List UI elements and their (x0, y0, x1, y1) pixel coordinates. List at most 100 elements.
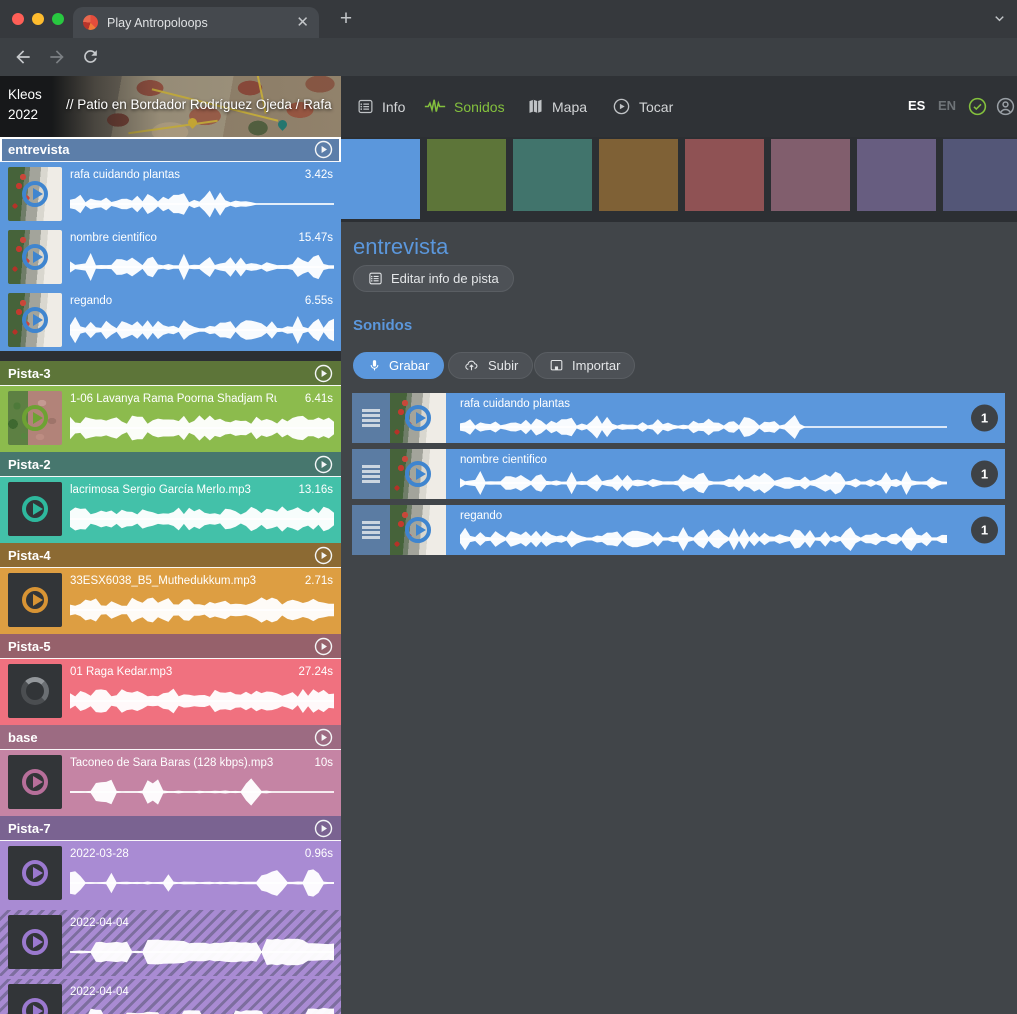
track-header[interactable]: Pista-2 (0, 452, 341, 477)
tab-tocar-label: Tocar (639, 99, 673, 115)
sound-item[interactable]: 2022-04-04 (0, 979, 341, 1014)
tab-search-chevron-icon[interactable] (992, 11, 1007, 26)
track-header[interactable]: Pista-5 (0, 634, 341, 659)
track-header[interactable]: base (0, 725, 341, 750)
macos-minimize-button[interactable] (32, 13, 44, 25)
sound-waveform (70, 937, 334, 967)
sound-thumbnail[interactable] (8, 167, 62, 221)
reload-button[interactable] (81, 47, 101, 67)
tab-info[interactable]: Info (357, 76, 405, 137)
upload-button[interactable]: Subir (448, 352, 533, 379)
sound-count-badge: 1 (971, 461, 998, 488)
sound-item[interactable]: lacrimosa Sergio García Merlo.mp313.16s (0, 477, 341, 543)
track-color-swatch[interactable] (599, 139, 678, 211)
browser-window: Play Antropoloops ✕ + app.antropoloops.c… (0, 0, 1017, 1014)
track-header[interactable]: Pista-3 (0, 361, 341, 386)
drag-handle-icon[interactable] (352, 449, 390, 499)
browser-tab[interactable]: Play Antropoloops ✕ (73, 7, 319, 38)
track-play-icon[interactable] (314, 140, 333, 159)
sound-item[interactable]: Taconeo de Sara Baras (128 kbps).mp310s (0, 750, 341, 816)
tab-sonidos[interactable]: Sonidos (424, 76, 505, 137)
sound-waveform (460, 470, 947, 496)
track-section-Pista-3: Pista-31-06 Lavanya Rama Poorna Shadjam … (0, 361, 341, 452)
browser-toolbar: app.antropoloops.com /Kleos-Santa-Marina… (0, 38, 1017, 76)
track-color-swatch[interactable] (341, 139, 420, 219)
sound-thumbnail[interactable] (8, 391, 62, 445)
sound-item[interactable]: rafa cuidando plantas3.42s (0, 162, 341, 225)
edit-track-info-button[interactable]: Editar info de pista (353, 265, 514, 292)
site-favicon (83, 15, 98, 30)
sound-duration: 13.16s (298, 484, 333, 496)
track-color-swatch[interactable] (857, 139, 936, 211)
sound-thumbnail[interactable] (8, 230, 62, 284)
lang-en[interactable]: EN (938, 98, 956, 113)
sound-item[interactable]: 2022-04-04 (0, 910, 341, 976)
panel-sound-row[interactable]: regando1 (352, 505, 1005, 555)
project-title[interactable]: Kleos 2022 (8, 85, 42, 125)
track-color-swatch[interactable] (513, 139, 592, 211)
tab-tocar[interactable]: Tocar (612, 76, 673, 137)
sound-thumbnail[interactable] (8, 482, 62, 536)
sound-count-badge: 1 (971, 405, 998, 432)
sound-thumbnail[interactable] (8, 915, 62, 969)
track-play-icon[interactable] (314, 819, 333, 838)
panel-sound-row[interactable]: nombre cientifico1 (352, 449, 1005, 499)
tab-info-label: Info (382, 99, 405, 115)
sound-duration: 2.71s (305, 575, 333, 587)
sound-name: 2022-03-28 (70, 848, 277, 860)
sound-waveform (70, 777, 334, 807)
record-button[interactable]: Grabar (353, 352, 444, 379)
track-play-icon[interactable] (314, 728, 333, 747)
sounds-section-title: Sonidos (353, 317, 412, 334)
track-name: Pista-2 (8, 457, 314, 472)
track-color-swatch[interactable] (427, 139, 506, 211)
sound-thumbnail[interactable] (8, 664, 62, 718)
sound-duration: 27.24s (298, 666, 333, 678)
sound-item[interactable]: nombre cientifico15.47s (0, 225, 341, 288)
sound-thumbnail[interactable] (390, 393, 446, 443)
account-icon[interactable] (995, 96, 1016, 117)
sound-name: rafa cuidando plantas (460, 398, 935, 410)
sound-thumbnail[interactable] (8, 846, 62, 900)
panel-track-title: entrevista (353, 234, 448, 260)
track-play-icon[interactable] (314, 546, 333, 565)
tab-mapa[interactable]: Mapa (527, 76, 587, 137)
tab-close-icon[interactable]: ✕ (296, 15, 309, 30)
track-color-swatch[interactable] (943, 139, 1017, 211)
forward-button[interactable] (47, 47, 67, 67)
track-header[interactable]: entrevista (0, 137, 341, 162)
track-play-icon[interactable] (314, 364, 333, 383)
sound-item[interactable]: 01 Raga Kedar.mp327.24s (0, 659, 341, 725)
track-section-Pista-2: Pista-2 lacrimosa Sergio García Merlo.mp3… (0, 452, 341, 543)
sound-waveform (70, 595, 334, 625)
sound-item[interactable]: 33ESX6038_B5_Muthedukkum.mp32.71s (0, 568, 341, 634)
macos-close-button[interactable] (12, 13, 24, 25)
sound-item[interactable]: 2022-03-280.96s (0, 841, 341, 907)
sound-thumbnail[interactable] (390, 505, 446, 555)
lang-es[interactable]: ES (908, 98, 925, 113)
sound-waveform (70, 1006, 334, 1014)
sound-item[interactable]: 1-06 Lavanya Rama Poorna Shadjam Rupak..… (0, 386, 341, 452)
drag-handle-icon[interactable] (352, 505, 390, 555)
sync-check-icon[interactable] (967, 96, 988, 117)
sound-item[interactable]: regando6.55s (0, 288, 341, 351)
sound-thumbnail[interactable] (8, 984, 62, 1014)
sound-count-badge: 1 (971, 517, 998, 544)
sound-thumbnail[interactable] (8, 755, 62, 809)
back-button[interactable] (13, 47, 33, 67)
sound-thumbnail[interactable] (8, 573, 62, 627)
track-color-swatch[interactable] (685, 139, 764, 211)
drag-handle-icon[interactable] (352, 393, 390, 443)
sound-thumbnail[interactable] (8, 293, 62, 347)
track-header[interactable]: Pista-7 (0, 816, 341, 841)
track-color-swatch[interactable] (771, 139, 850, 211)
track-header[interactable]: Pista-4 (0, 543, 341, 568)
import-button[interactable]: Importar (534, 352, 635, 379)
track-play-icon[interactable] (314, 455, 333, 474)
sound-thumbnail[interactable] (390, 449, 446, 499)
new-tab-button[interactable]: + (334, 6, 358, 32)
sound-duration: 6.41s (305, 393, 333, 405)
panel-sound-row[interactable]: rafa cuidando plantas 1 (352, 393, 1005, 443)
macos-zoom-button[interactable] (52, 13, 64, 25)
track-play-icon[interactable] (314, 637, 333, 656)
